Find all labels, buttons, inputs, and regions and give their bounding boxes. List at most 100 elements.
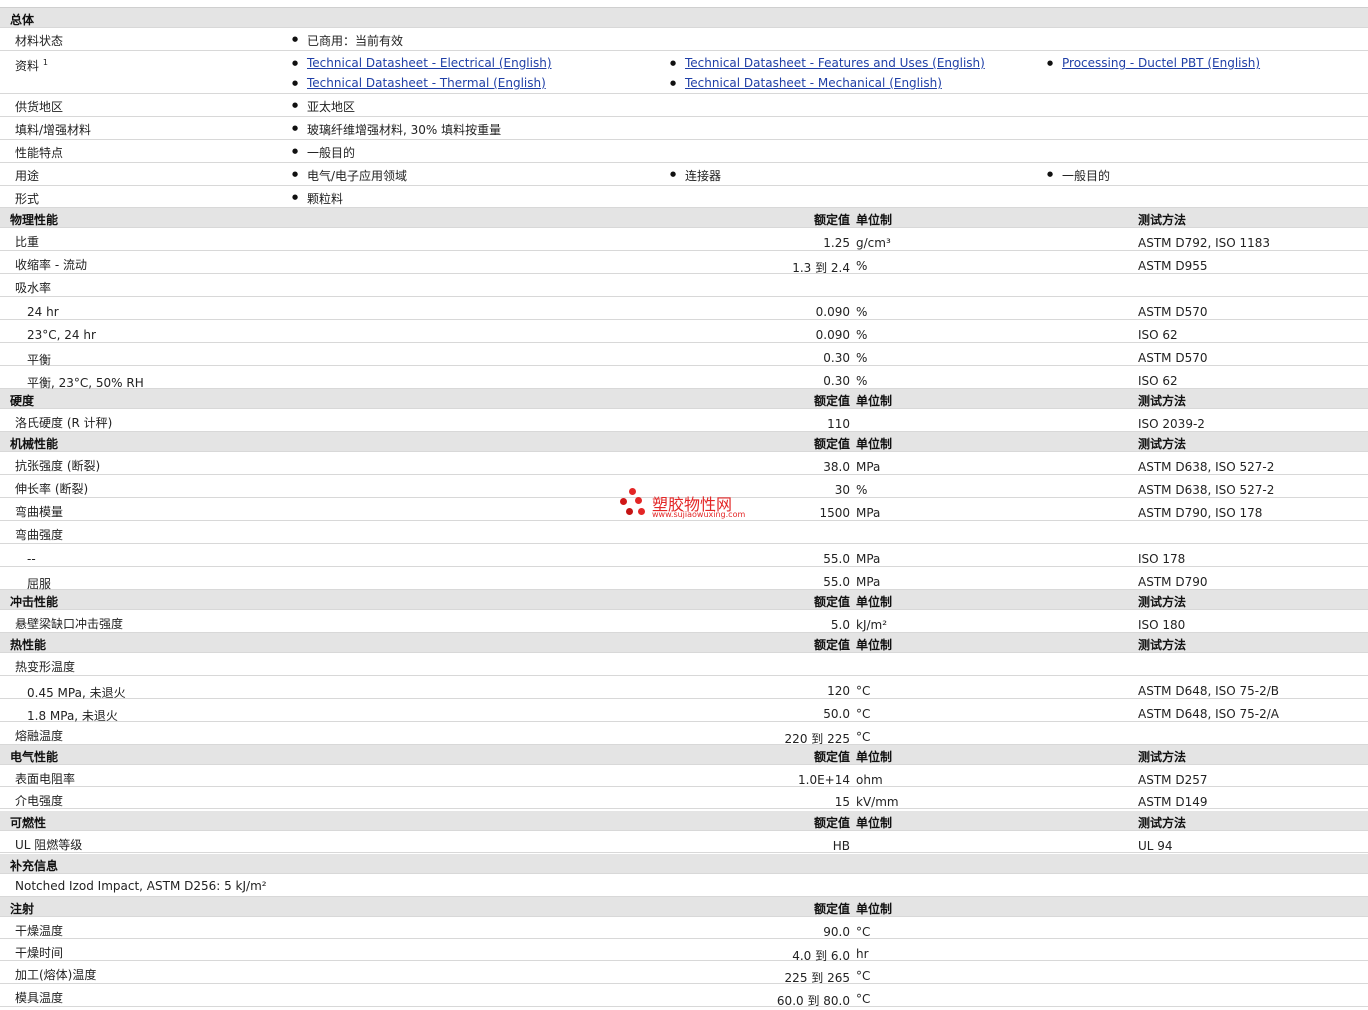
property-unit: hr xyxy=(856,947,869,961)
property-value: 30 xyxy=(834,483,850,497)
property-unit: MPa xyxy=(856,460,881,474)
doc-link-processing[interactable]: Processing - Ductel PBT (English) xyxy=(1062,56,1260,70)
property-test-method: ASTM D638, ISO 527-2 xyxy=(1138,460,1275,474)
property-value: HB xyxy=(832,839,850,853)
property-row: 抗张强度 (断裂) 38.0 MPa ASTM D638, ISO 527-2 xyxy=(0,452,1368,475)
row-region: 供货地区 亚太地区 xyxy=(0,94,1368,117)
property-test-method: ISO 2039-2 xyxy=(1138,417,1205,431)
property-test-method: ISO 178 xyxy=(1138,552,1186,566)
property-row: 干燥温度 90.0 °C xyxy=(0,917,1368,939)
property-row: 洛氏硬度 (R 计秤) 110 ISO 2039-2 xyxy=(0,409,1368,432)
property-label: 干燥时间 xyxy=(15,946,64,960)
property-value: 5.0 xyxy=(830,618,850,632)
col-header-value: 额定值 xyxy=(813,394,850,408)
doc-link-features[interactable]: Technical Datasheet - Features and Uses … xyxy=(685,56,985,70)
section-header-hardness: 硬度 额定值 单位制 测试方法 xyxy=(0,389,1368,409)
property-label: -- xyxy=(27,552,36,566)
property-label: 24 hr xyxy=(27,305,59,319)
property-row: 1.8 MPa, 未退火 50.0 °C ASTM D648, ISO 75-2/A xyxy=(0,699,1368,723)
col-header-unit: 单位制 xyxy=(856,394,893,408)
col-header-unit: 单位制 xyxy=(856,437,893,451)
property-test-method: ASTM D648, ISO 75-2/A xyxy=(1138,707,1279,721)
property-test-method: ASTM D790 xyxy=(1138,575,1208,589)
property-value: 0.090 xyxy=(815,328,850,342)
property-value: 90.0 xyxy=(823,925,850,939)
property-test-method: ASTM D257 xyxy=(1138,773,1208,787)
property-label: 吸水率 xyxy=(15,281,52,295)
section-header-injection: 注射 额定值 单位制 xyxy=(0,897,1368,917)
property-label: 熔融温度 xyxy=(15,729,64,743)
uses-label: 用途 xyxy=(15,169,40,183)
property-row: -- 55.0 MPa ISO 178 xyxy=(0,544,1368,567)
row-form: 形式 颗粒料 xyxy=(0,186,1368,208)
section-header-mechanical: 机械性能 额定值 单位制 测试方法 xyxy=(0,432,1368,452)
property-test-method: ASTM D570 xyxy=(1138,305,1208,319)
section-header-supplement: 补充信息 xyxy=(0,854,1368,874)
section-title: 可燃性 xyxy=(10,816,47,830)
doc-link-thermal[interactable]: Technical Datasheet - Thermal (English) xyxy=(307,76,546,90)
property-value: 120 xyxy=(827,684,850,698)
col-header-unit: 单位制 xyxy=(856,816,893,830)
section-title: 硬度 xyxy=(10,394,35,408)
property-unit: MPa xyxy=(856,575,881,589)
property-label: 洛氏硬度 (R 计秤) xyxy=(15,416,113,430)
property-unit: kV/mm xyxy=(856,795,899,809)
property-test-method: ASTM D792, ISO 1183 xyxy=(1138,236,1271,250)
doc-link-electrical[interactable]: Technical Datasheet - Electrical (Englis… xyxy=(307,56,552,70)
doc-link-mechanical[interactable]: Technical Datasheet - Mechanical (Englis… xyxy=(685,76,942,90)
property-row: 屈服 55.0 MPa ASTM D790 xyxy=(0,567,1368,591)
property-unit: % xyxy=(856,259,868,273)
property-value: 0.090 xyxy=(815,305,850,319)
col-header-method: 测试方法 xyxy=(1138,437,1187,451)
section-header-electrical: 电气性能 额定值 单位制 测试方法 xyxy=(0,745,1368,765)
property-unit: % xyxy=(856,483,868,497)
property-test-method: ASTM D790, ISO 178 xyxy=(1138,506,1263,520)
property-value: 0.30 xyxy=(823,351,850,365)
section-title: 冲击性能 xyxy=(10,595,59,609)
property-unit: °C xyxy=(856,707,871,721)
property-label: 介电强度 xyxy=(15,794,64,808)
property-label: 加工(熔体)温度 xyxy=(15,968,97,982)
section-header-general: 总体 xyxy=(0,8,1368,28)
form-label: 形式 xyxy=(15,192,40,206)
property-label: 抗张强度 (断裂) xyxy=(15,459,101,473)
property-test-method: ISO 62 xyxy=(1138,328,1178,342)
property-unit: % xyxy=(856,374,868,388)
property-label: 弯曲模量 xyxy=(15,505,64,519)
property-unit: °C xyxy=(856,969,871,983)
col-header-unit: 单位制 xyxy=(856,595,893,609)
filler-value: 玻璃纤维增强材料, 30% 填料按重量 xyxy=(292,121,501,138)
property-row: 悬壁梁缺口冲击强度 5.0 kJ/m² ISO 180 xyxy=(0,610,1368,633)
section-title: 热性能 xyxy=(10,638,47,652)
property-unit: °C xyxy=(856,992,871,1006)
col-header-value: 额定值 xyxy=(813,902,850,916)
property-row: 0.45 MPa, 未退火 120 °C ASTM D648, ISO 75-2/B xyxy=(0,676,1368,700)
uses-value-2: 连接器 xyxy=(670,167,721,184)
col-header-value: 额定值 xyxy=(813,213,850,227)
property-row: 表面电阻率 1.0E+14 ohm ASTM D257 xyxy=(0,765,1368,787)
property-value: 0.30 xyxy=(823,374,850,388)
col-header-method: 测试方法 xyxy=(1138,816,1187,830)
property-test-method: ISO 180 xyxy=(1138,618,1186,632)
supplement-text: Notched Izod Impact, ASTM D256: 5 kJ/m² xyxy=(15,879,267,893)
col-header-unit: 单位制 xyxy=(856,213,893,227)
col-header-unit: 单位制 xyxy=(856,638,893,652)
property-value: 50.0 xyxy=(823,707,850,721)
col-header-method: 测试方法 xyxy=(1138,595,1187,609)
property-test-method: ASTM D149 xyxy=(1138,795,1208,809)
property-value: 60.0 到 80.0 xyxy=(776,994,850,1008)
section-header-flammability: 可燃性 额定值 单位制 测试方法 xyxy=(0,811,1368,831)
section-header-physical: 物理性能 额定值 单位制 测试方法 xyxy=(0,208,1368,228)
uses-value-1: 电气/电子应用领域 xyxy=(292,167,407,184)
property-test-method: ISO 62 xyxy=(1138,374,1178,388)
property-value: 1500 xyxy=(819,506,850,520)
property-label: 表面电阻率 xyxy=(15,772,76,786)
col-header-value: 额定值 xyxy=(813,750,850,764)
property-value: 55.0 xyxy=(823,575,850,589)
col-header-method: 测试方法 xyxy=(1138,213,1187,227)
property-row: 比重 1.25 g/cm³ ASTM D792, ISO 1183 xyxy=(0,228,1368,251)
section-title: 补充信息 xyxy=(10,859,59,873)
watermark-url: www.sujiaowuxing.com xyxy=(652,510,746,519)
property-row: 介电强度 15 kV/mm ASTM D149 xyxy=(0,787,1368,809)
property-label: 模具温度 xyxy=(15,991,64,1005)
